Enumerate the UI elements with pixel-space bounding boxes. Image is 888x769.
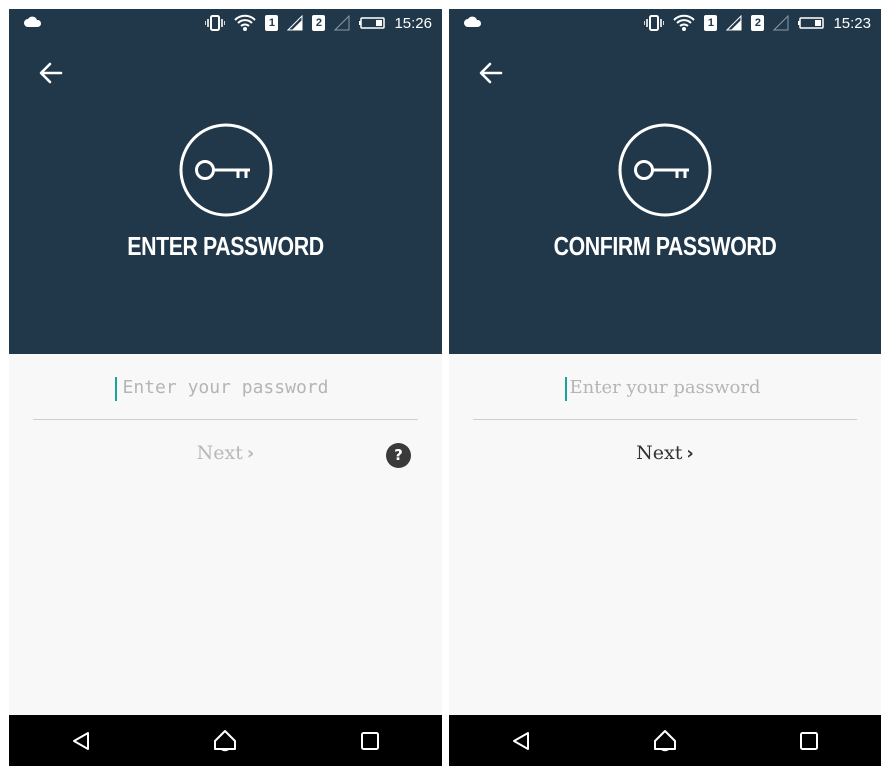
password-field[interactable]	[33, 367, 418, 420]
nav-back-button[interactable]	[501, 721, 541, 761]
key-icon	[178, 122, 274, 218]
header: 1 2 15:23 CONFIRM PASSWORD	[449, 9, 881, 354]
status-bar: 1 2 15:23	[449, 9, 881, 37]
next-label: Next	[636, 442, 683, 464]
help-icon: ?	[394, 446, 403, 464]
next-label: Next	[196, 442, 243, 464]
clock: 15:23	[833, 14, 871, 32]
next-button[interactable]: Next ›	[9, 442, 442, 464]
sim1-badge: 1	[265, 15, 279, 31]
cloud-icon	[463, 15, 483, 33]
header: 1 2 15:26 ENTER PASSWORD	[9, 9, 442, 354]
signal-icon	[287, 15, 303, 31]
navigation-bar	[449, 715, 881, 766]
back-arrow-icon	[39, 62, 63, 84]
wifi-icon	[673, 14, 696, 32]
nav-home-button[interactable]	[645, 721, 685, 761]
nav-recents-icon	[800, 731, 818, 750]
wifi-icon	[234, 14, 257, 32]
back-arrow-icon	[479, 62, 503, 84]
next-button[interactable]: Next ›	[449, 442, 881, 464]
back-button[interactable]	[477, 59, 509, 87]
page-title: CONFIRM PASSWORD	[553, 231, 777, 261]
nav-home-button[interactable]	[205, 721, 245, 761]
key-icon	[617, 122, 713, 218]
password-input[interactable]	[33, 367, 418, 407]
page-title: ENTER PASSWORD	[127, 231, 324, 261]
signal-empty-icon	[334, 15, 350, 31]
password-input[interactable]	[473, 367, 857, 407]
clock: 15:26	[394, 14, 432, 32]
vibrate-icon	[205, 15, 226, 31]
vibrate-icon	[644, 15, 665, 31]
sim2-badge: 2	[312, 15, 326, 31]
enter-password-screen: 1 2 15:26 ENTER PASSWORD Next › ?	[9, 9, 442, 766]
navigation-bar	[9, 715, 442, 766]
nav-back-icon	[73, 731, 90, 750]
sim2-badge: 2	[751, 15, 765, 31]
help-button[interactable]: ?	[386, 443, 411, 468]
signal-empty-icon	[773, 15, 789, 31]
nav-home-icon	[214, 729, 237, 751]
battery-icon	[798, 17, 825, 29]
status-bar: 1 2 15:26	[9, 9, 442, 37]
chevron-right-icon: ›	[246, 443, 255, 464]
signal-icon	[726, 15, 742, 31]
battery-icon	[359, 17, 386, 29]
nav-home-icon	[654, 729, 676, 751]
nav-recents-button[interactable]	[789, 721, 829, 761]
nav-recents-button[interactable]	[350, 721, 390, 761]
nav-back-icon	[513, 731, 529, 750]
cloud-icon	[23, 15, 43, 33]
nav-recents-icon	[360, 731, 379, 750]
sim1-badge: 1	[704, 15, 718, 31]
back-button[interactable]	[37, 59, 69, 87]
nav-back-button[interactable]	[61, 721, 101, 761]
confirm-password-screen: 1 2 15:23 CONFIRM PASSWORD Next ›	[449, 9, 881, 766]
chevron-right-icon: ›	[686, 443, 694, 464]
password-field[interactable]	[473, 367, 857, 420]
